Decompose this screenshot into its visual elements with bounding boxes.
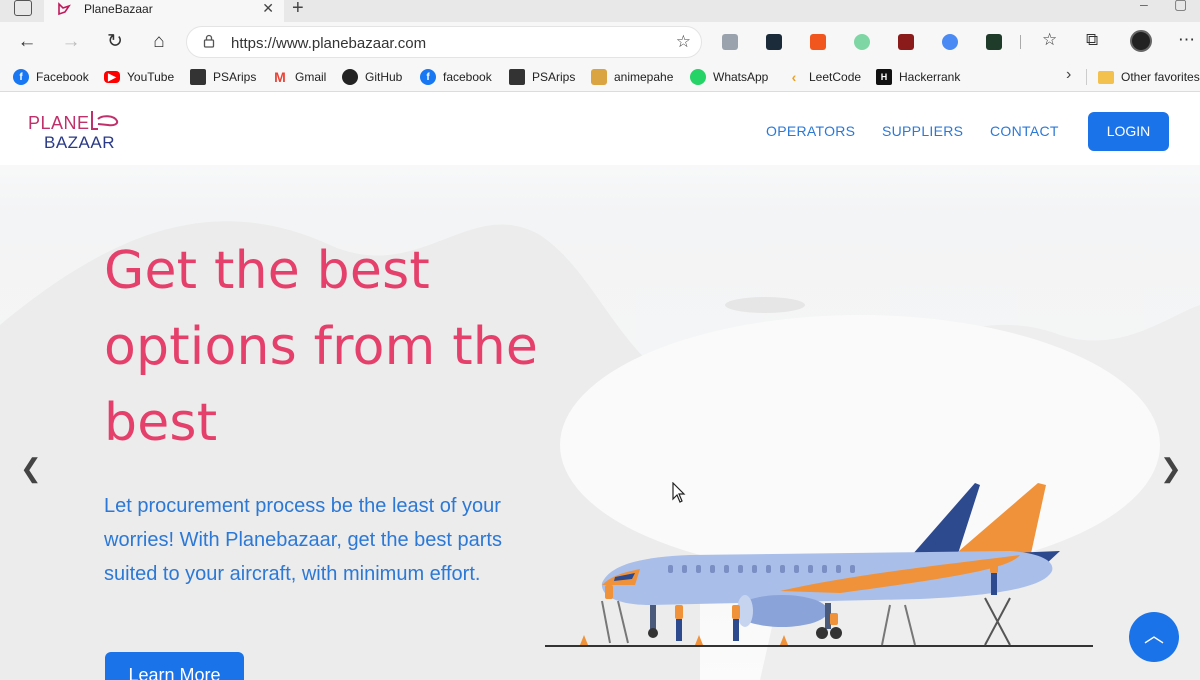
bookmark-label: animepahe: [614, 70, 674, 84]
bookmark-label: PSArips: [213, 70, 257, 84]
logo-plane-icon: [91, 111, 119, 130]
forward-icon[interactable]: →: [58, 30, 84, 54]
web-page: PLANE BAZAAR OPERATORS SUPPLIERS CONTACT…: [0, 93, 1200, 680]
bookmark-github[interactable]: GitHub: [342, 68, 402, 86]
youtube-icon: ▶: [104, 71, 120, 83]
tab-title: PlaneBazaar: [84, 2, 153, 16]
logo-line2: BAZAAR: [44, 133, 116, 152]
bookmark-other-favorites[interactable]: Other favorites: [1098, 68, 1200, 86]
bookmark-label: YouTube: [127, 70, 175, 84]
address-bar[interactable]: https://www.planebazaar.com ☆: [186, 26, 702, 58]
tab-strip: PlaneBazaar ✕ + – ▢: [0, 0, 1200, 22]
bookmark-hackerrank[interactable]: H Hackerrank: [876, 68, 960, 86]
bookmark-label: facebook: [443, 70, 492, 84]
hero-subtext: Let procurement process be the least of …: [104, 495, 502, 585]
toolbar-divider: [1020, 35, 1021, 49]
carousel-prev-icon[interactable]: ❮: [20, 453, 42, 484]
home-icon[interactable]: ⌂: [146, 30, 172, 54]
extension-4-icon[interactable]: [854, 34, 870, 50]
bookmark-psarips-2[interactable]: PSArips: [509, 68, 575, 86]
favorites-icon[interactable]: ☆: [1042, 30, 1057, 50]
psarips-icon: [190, 69, 206, 85]
facebook-icon: f: [13, 69, 29, 85]
logo-line1: PLANE: [28, 113, 90, 133]
bookmark-label: Hackerrank: [899, 70, 961, 84]
leetcode-icon: ‹: [791, 69, 797, 85]
psarips-icon: [509, 69, 525, 85]
gmail-icon: M: [274, 69, 286, 85]
chevron-right-icon[interactable]: ›: [1066, 66, 1071, 84]
learn-more-button[interactable]: Learn More: [105, 652, 244, 680]
nav-contact[interactable]: CONTACT: [990, 123, 1059, 139]
carousel-next-icon[interactable]: ❯: [1160, 453, 1182, 484]
refresh-icon[interactable]: ↻: [102, 30, 128, 54]
bookmark-label: PSArips: [532, 70, 576, 84]
google-extension-icon[interactable]: [942, 34, 958, 50]
bookmarks-divider: [1086, 69, 1087, 85]
bookmark-youtube[interactable]: ▶ YouTube: [104, 68, 174, 86]
mouse-cursor: [672, 482, 686, 503]
folder-icon: [1098, 70, 1114, 84]
bookmark-label: Gmail: [295, 70, 327, 84]
bookmark-whatsapp[interactable]: WhatsApp: [690, 68, 768, 86]
browser-toolbar: ← → ↻ ⌂ https://www.planebazaar.com ☆ ☆ …: [0, 22, 1200, 62]
url-text: https://www.planebazaar.com: [231, 35, 427, 52]
profile-avatar[interactable]: [1130, 30, 1152, 52]
bookmark-gmail[interactable]: M Gmail: [272, 68, 326, 86]
bookmark-label: GitHub: [365, 70, 403, 84]
bookmark-facebook[interactable]: f Facebook: [13, 68, 89, 86]
bookmarks-bar: f Facebook ▶ YouTube PSArips M Gmail Git…: [0, 62, 1200, 92]
extension-7-icon[interactable]: [986, 34, 1002, 50]
add-favorite-icon[interactable]: ☆: [676, 32, 691, 52]
react-devtools-icon[interactable]: [766, 34, 782, 50]
new-tab-icon[interactable]: +: [292, 0, 304, 20]
bookmark-label: Facebook: [36, 70, 89, 84]
back-icon[interactable]: ←: [14, 30, 40, 54]
more-menu-icon[interactable]: ⋯: [1178, 30, 1195, 50]
hero-headline: Get the best options from the best: [104, 241, 539, 453]
collections-icon[interactable]: ⧉: [1086, 30, 1098, 50]
lock-icon: [203, 34, 215, 51]
chevron-up-icon: ︿: [1144, 625, 1164, 647]
facebook-icon: f: [420, 69, 436, 85]
bookmark-label: WhatsApp: [713, 70, 769, 84]
minimize-icon[interactable]: –: [1140, 0, 1148, 12]
github-icon: [342, 69, 358, 85]
bookmark-animepahe[interactable]: animepahe: [591, 68, 673, 86]
nav-operators[interactable]: OPERATORS: [766, 123, 855, 139]
extension-1-icon[interactable]: [722, 34, 738, 50]
planebazaar-logo[interactable]: PLANE BAZAAR: [28, 109, 138, 153]
scroll-to-top-button[interactable]: ︿: [1129, 612, 1179, 662]
tab-planebazaar[interactable]: PlaneBazaar ✕: [44, 0, 284, 22]
bookmark-leetcode[interactable]: ‹ LeetCode: [786, 68, 861, 86]
nav-suppliers[interactable]: SUPPLIERS: [882, 123, 963, 139]
bookmark-facebook-2[interactable]: f facebook: [420, 68, 492, 86]
site-header: PLANE BAZAAR OPERATORS SUPPLIERS CONTACT…: [0, 93, 1200, 165]
hackerrank-icon: H: [876, 69, 892, 85]
planebazaar-favicon-icon: [56, 1, 72, 20]
extension-3-icon[interactable]: [810, 34, 826, 50]
login-button[interactable]: LOGIN: [1088, 112, 1169, 151]
whatsapp-icon: [690, 69, 706, 85]
close-tab-icon[interactable]: ✕: [262, 0, 274, 17]
animepahe-icon: [591, 69, 607, 85]
bookmark-label: Other favorites: [1121, 70, 1200, 84]
bookmark-psarips[interactable]: PSArips: [190, 68, 256, 86]
bookmark-label: LeetCode: [809, 70, 862, 84]
ublock-icon[interactable]: [898, 34, 914, 50]
airplane-illustration: [545, 483, 1093, 647]
restore-icon[interactable]: ▢: [1174, 0, 1187, 13]
tab-actions-icon[interactable]: [14, 0, 32, 16]
